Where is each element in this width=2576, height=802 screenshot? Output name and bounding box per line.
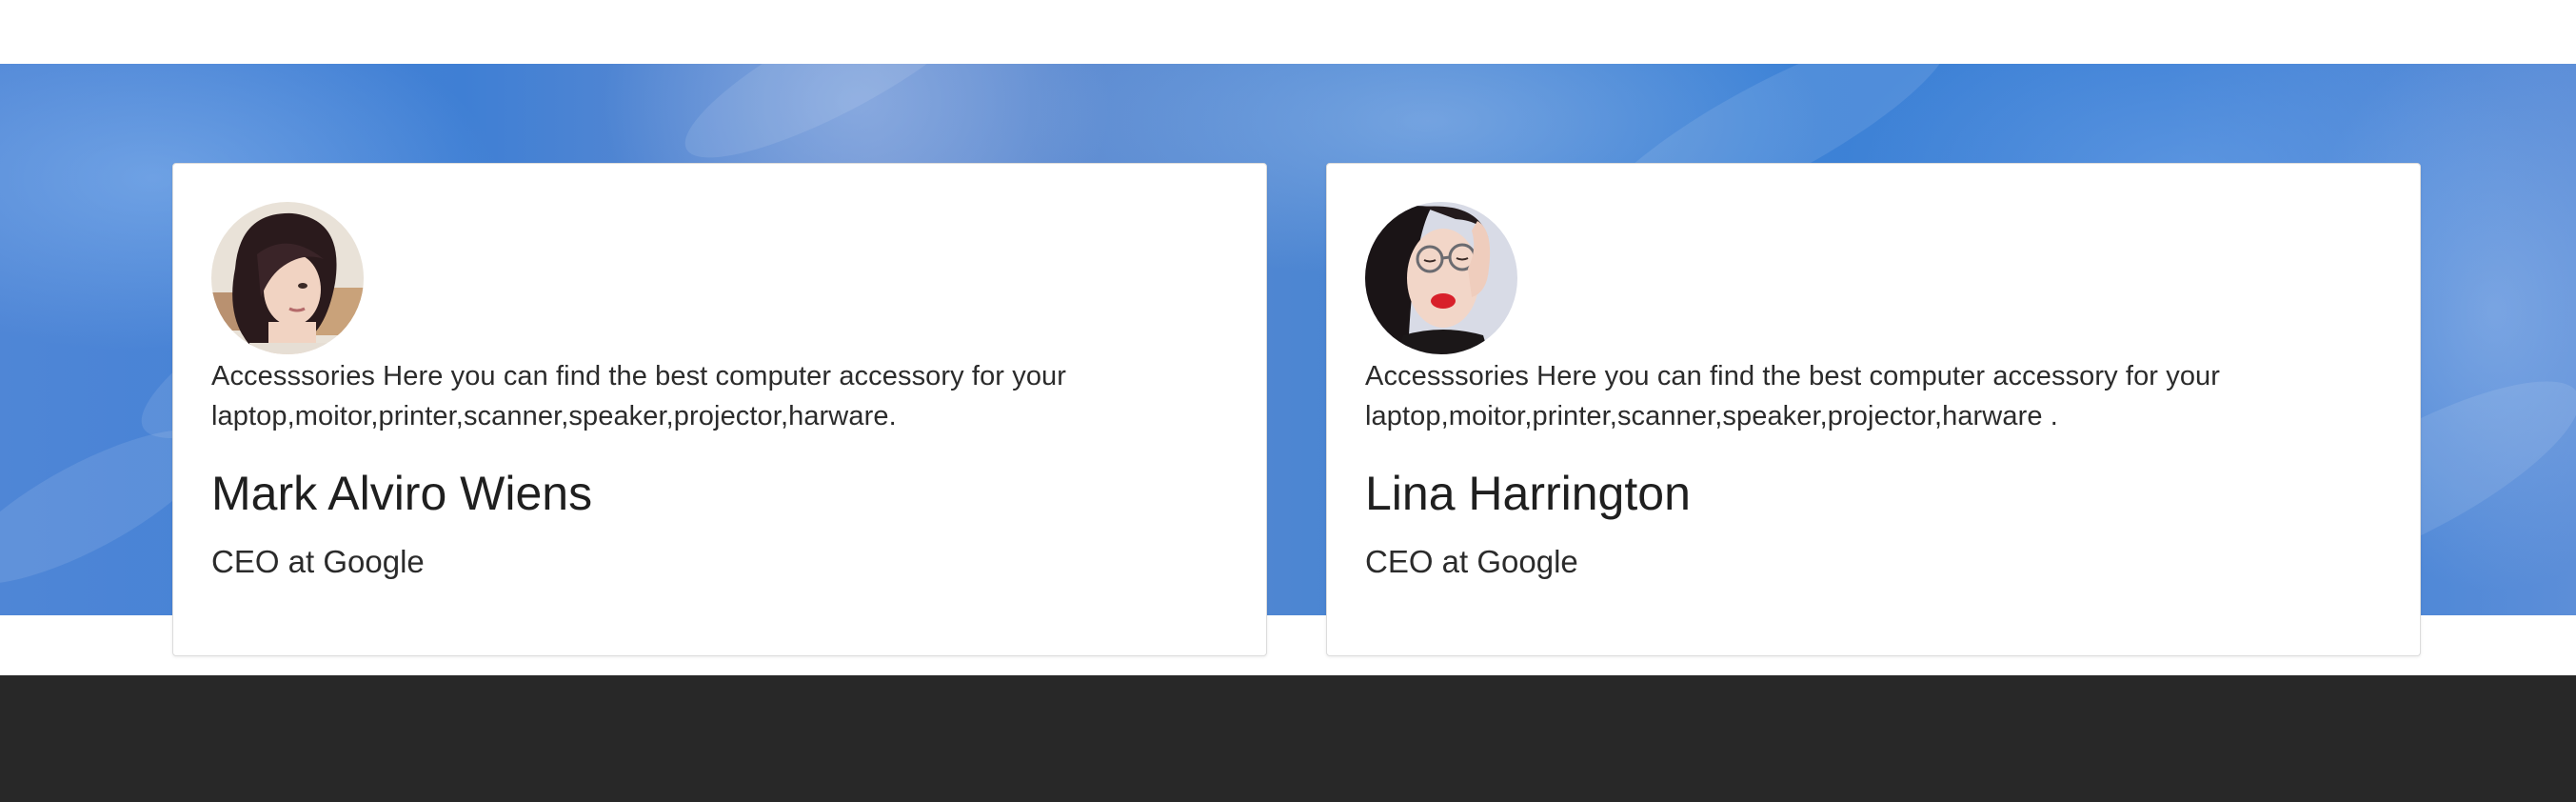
testimonial-card: Accesssories Here you can find the best … [1326, 163, 2421, 656]
testimonial-name: Lina Harrington [1365, 467, 1691, 520]
testimonial-name: Mark Alviro Wiens [211, 467, 593, 520]
woman-glasses-portrait-icon [1365, 202, 1517, 354]
testimonial-quote: Accesssories Here you can find the best … [1365, 361, 2221, 431]
woman-dark-hair-portrait-icon [211, 202, 364, 354]
top-spacer [0, 0, 2576, 64]
testimonial-role: CEO at Google [211, 544, 425, 579]
avatar [211, 202, 364, 354]
testimonial-role: CEO at Google [1365, 544, 1578, 579]
page: Accesssories Here you can find the best … [0, 0, 2576, 802]
footer [0, 675, 2576, 802]
testimonial-quote: Accesssories Here you can find the best … [211, 361, 1067, 431]
avatar [1365, 202, 1517, 354]
testimonial-card: Accesssories Here you can find the best … [172, 163, 1267, 656]
